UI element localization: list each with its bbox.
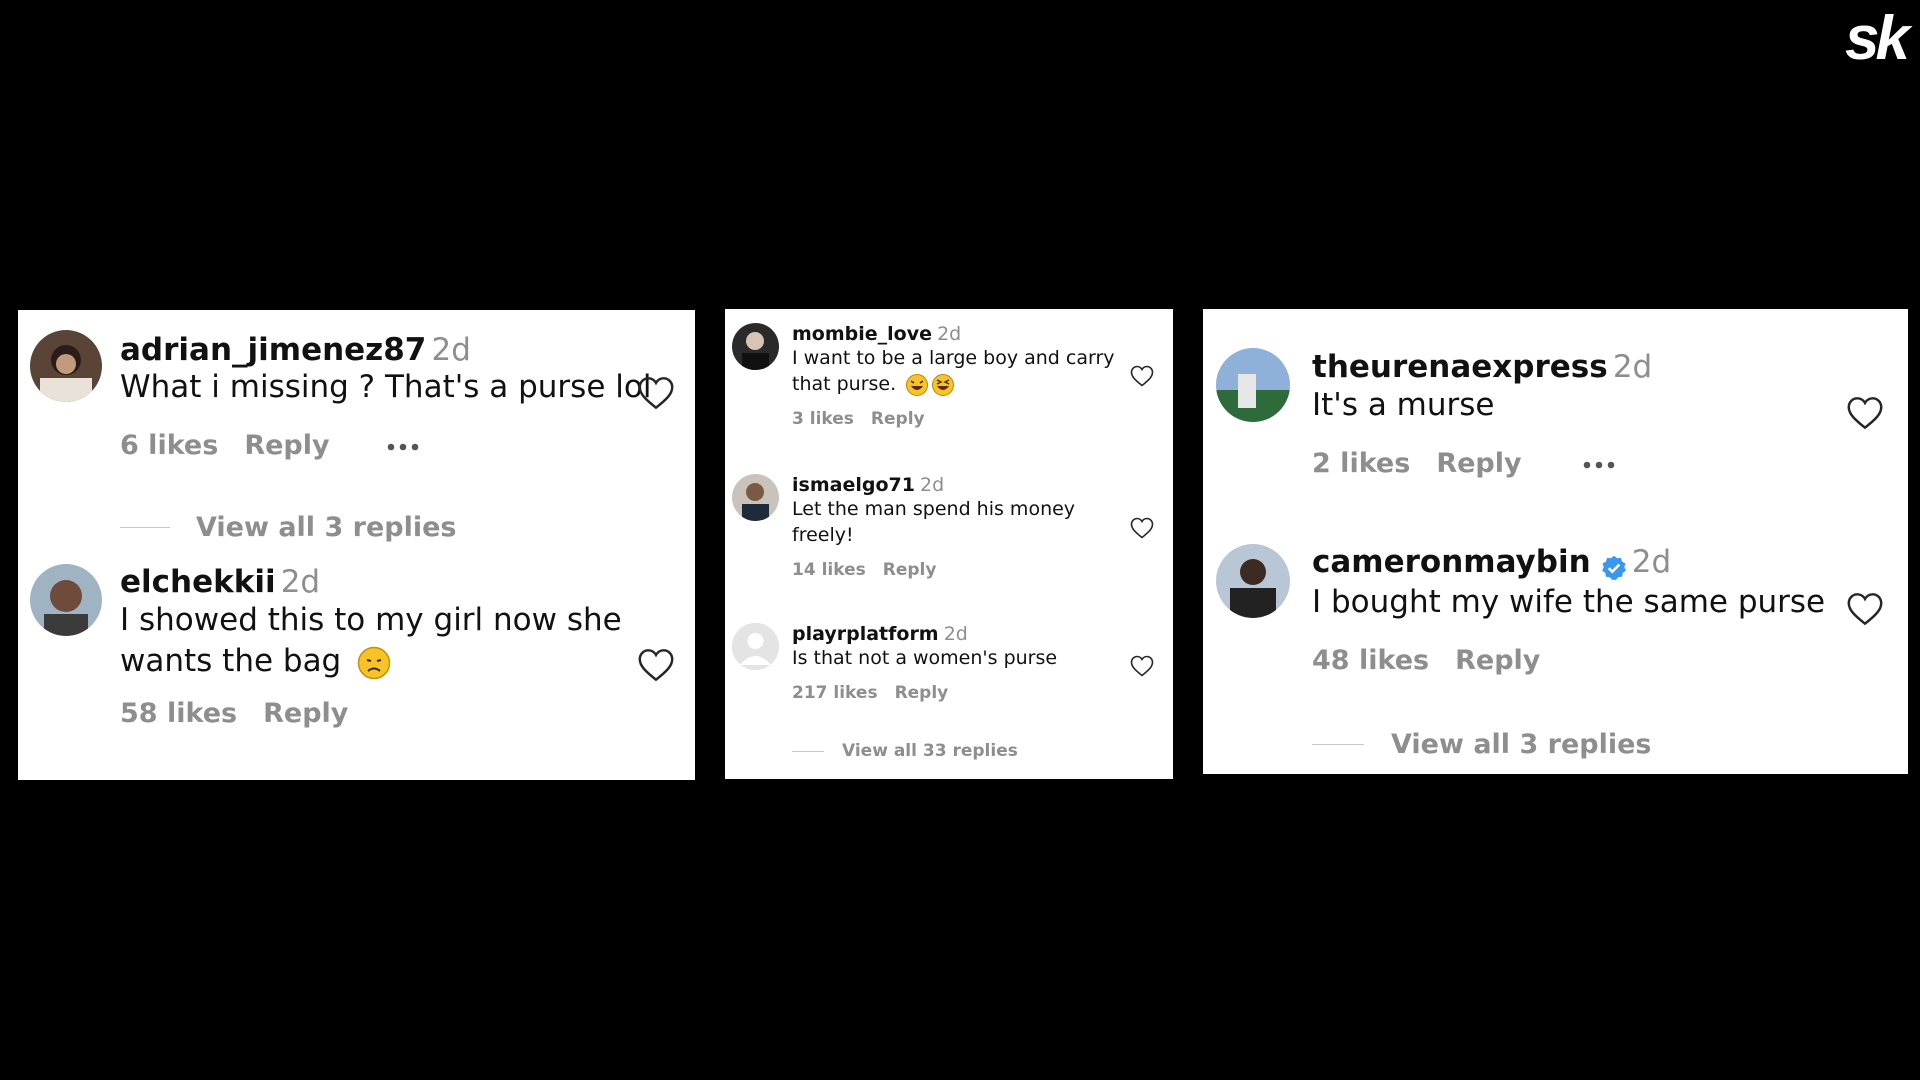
comment-time: 2d xyxy=(937,323,962,345)
comment-username[interactable]: playrplatform xyxy=(792,623,939,645)
verified-badge-icon xyxy=(1601,555,1626,580)
comment-time: 2d xyxy=(920,474,945,496)
reply-button[interactable]: Reply xyxy=(871,409,925,429)
heart-outline-icon[interactable] xyxy=(1130,517,1154,539)
comment-text: It's a murse xyxy=(1312,387,1495,423)
comment-text: Is that not a women's purse xyxy=(792,647,1058,669)
grinning-squint-emoji-icon xyxy=(932,373,955,396)
comment-text: Let the man spend his money freely! xyxy=(792,498,1076,546)
comment-likes[interactable]: 2 likes xyxy=(1312,448,1410,479)
sad-face-emoji-icon xyxy=(357,646,391,679)
comment-text: What i missing ? That's a purse lol xyxy=(120,369,652,405)
reply-button[interactable]: Reply xyxy=(244,430,329,461)
comment-time: 2d xyxy=(1631,544,1672,580)
heart-outline-icon[interactable] xyxy=(1130,365,1154,387)
view-replies-button[interactable]: View all 33 replies xyxy=(792,741,1018,761)
heart-outline-icon[interactable] xyxy=(637,376,675,410)
comment-time: 2d xyxy=(1612,349,1653,385)
comment-username[interactable]: theurenaexpress xyxy=(1312,349,1608,385)
comment-username[interactable]: cameronmaybin xyxy=(1312,544,1591,580)
comment-time: 2d xyxy=(280,564,321,600)
comment-username[interactable]: ismaelgo71 xyxy=(792,474,915,496)
view-replies-button[interactable]: View all 3 replies xyxy=(120,512,457,543)
comment-text: I want to be a large boy and carry that p… xyxy=(792,347,1115,396)
reply-button[interactable]: Reply xyxy=(263,698,348,729)
comment-time: 2d xyxy=(431,332,471,368)
view-replies-button[interactable]: View all 3 replies xyxy=(1312,729,1652,760)
more-dots-icon[interactable] xyxy=(1581,460,1621,470)
avatar[interactable] xyxy=(1216,544,1290,618)
laughing-emoji-icon xyxy=(906,373,929,396)
comment-likes[interactable]: 3 likes xyxy=(792,409,854,429)
avatar[interactable] xyxy=(30,330,102,402)
comment-text: I bought my wife the same purse xyxy=(1312,583,1826,620)
comment-username[interactable]: elchekkii xyxy=(120,564,276,600)
comment-likes[interactable]: 217 likes xyxy=(792,683,878,703)
comment-likes[interactable]: 48 likes xyxy=(1312,645,1429,676)
sportskeeda-logo: sk xyxy=(1845,4,1910,73)
comment-username[interactable]: mombie_love xyxy=(792,323,932,345)
reply-button[interactable]: Reply xyxy=(1455,645,1540,676)
comment-time: 2d xyxy=(943,623,968,645)
avatar[interactable] xyxy=(30,564,102,636)
heart-outline-icon[interactable] xyxy=(1130,655,1154,677)
avatar[interactable] xyxy=(732,323,779,370)
heart-outline-icon[interactable] xyxy=(1846,592,1884,626)
comment-likes[interactable]: 14 likes xyxy=(792,560,866,580)
comment-username[interactable]: adrian_jimenez87 xyxy=(120,332,426,368)
comments-panel-2: mombie_love 2d I want to be a large boy … xyxy=(725,309,1173,779)
comment-likes[interactable]: 6 likes xyxy=(120,430,218,461)
reply-button[interactable]: Reply xyxy=(883,560,937,580)
avatar[interactable] xyxy=(1216,348,1290,422)
reply-button[interactable]: Reply xyxy=(1436,448,1521,479)
more-dots-icon[interactable] xyxy=(385,442,425,452)
comments-panel-3: theurenaexpress 2d It's a murse 2 likes R… xyxy=(1203,309,1908,774)
heart-outline-icon[interactable] xyxy=(637,648,675,682)
comments-panel-1: adrian_jimenez87 2d What i missing ? Tha… xyxy=(18,310,695,780)
reply-button[interactable]: Reply xyxy=(895,683,949,703)
avatar[interactable] xyxy=(732,474,779,521)
heart-outline-icon[interactable] xyxy=(1846,396,1884,430)
comment-likes[interactable]: 58 likes xyxy=(120,698,237,729)
comment-text: I showed this to my girl now she wants th… xyxy=(120,602,622,679)
avatar[interactable] xyxy=(732,623,779,670)
